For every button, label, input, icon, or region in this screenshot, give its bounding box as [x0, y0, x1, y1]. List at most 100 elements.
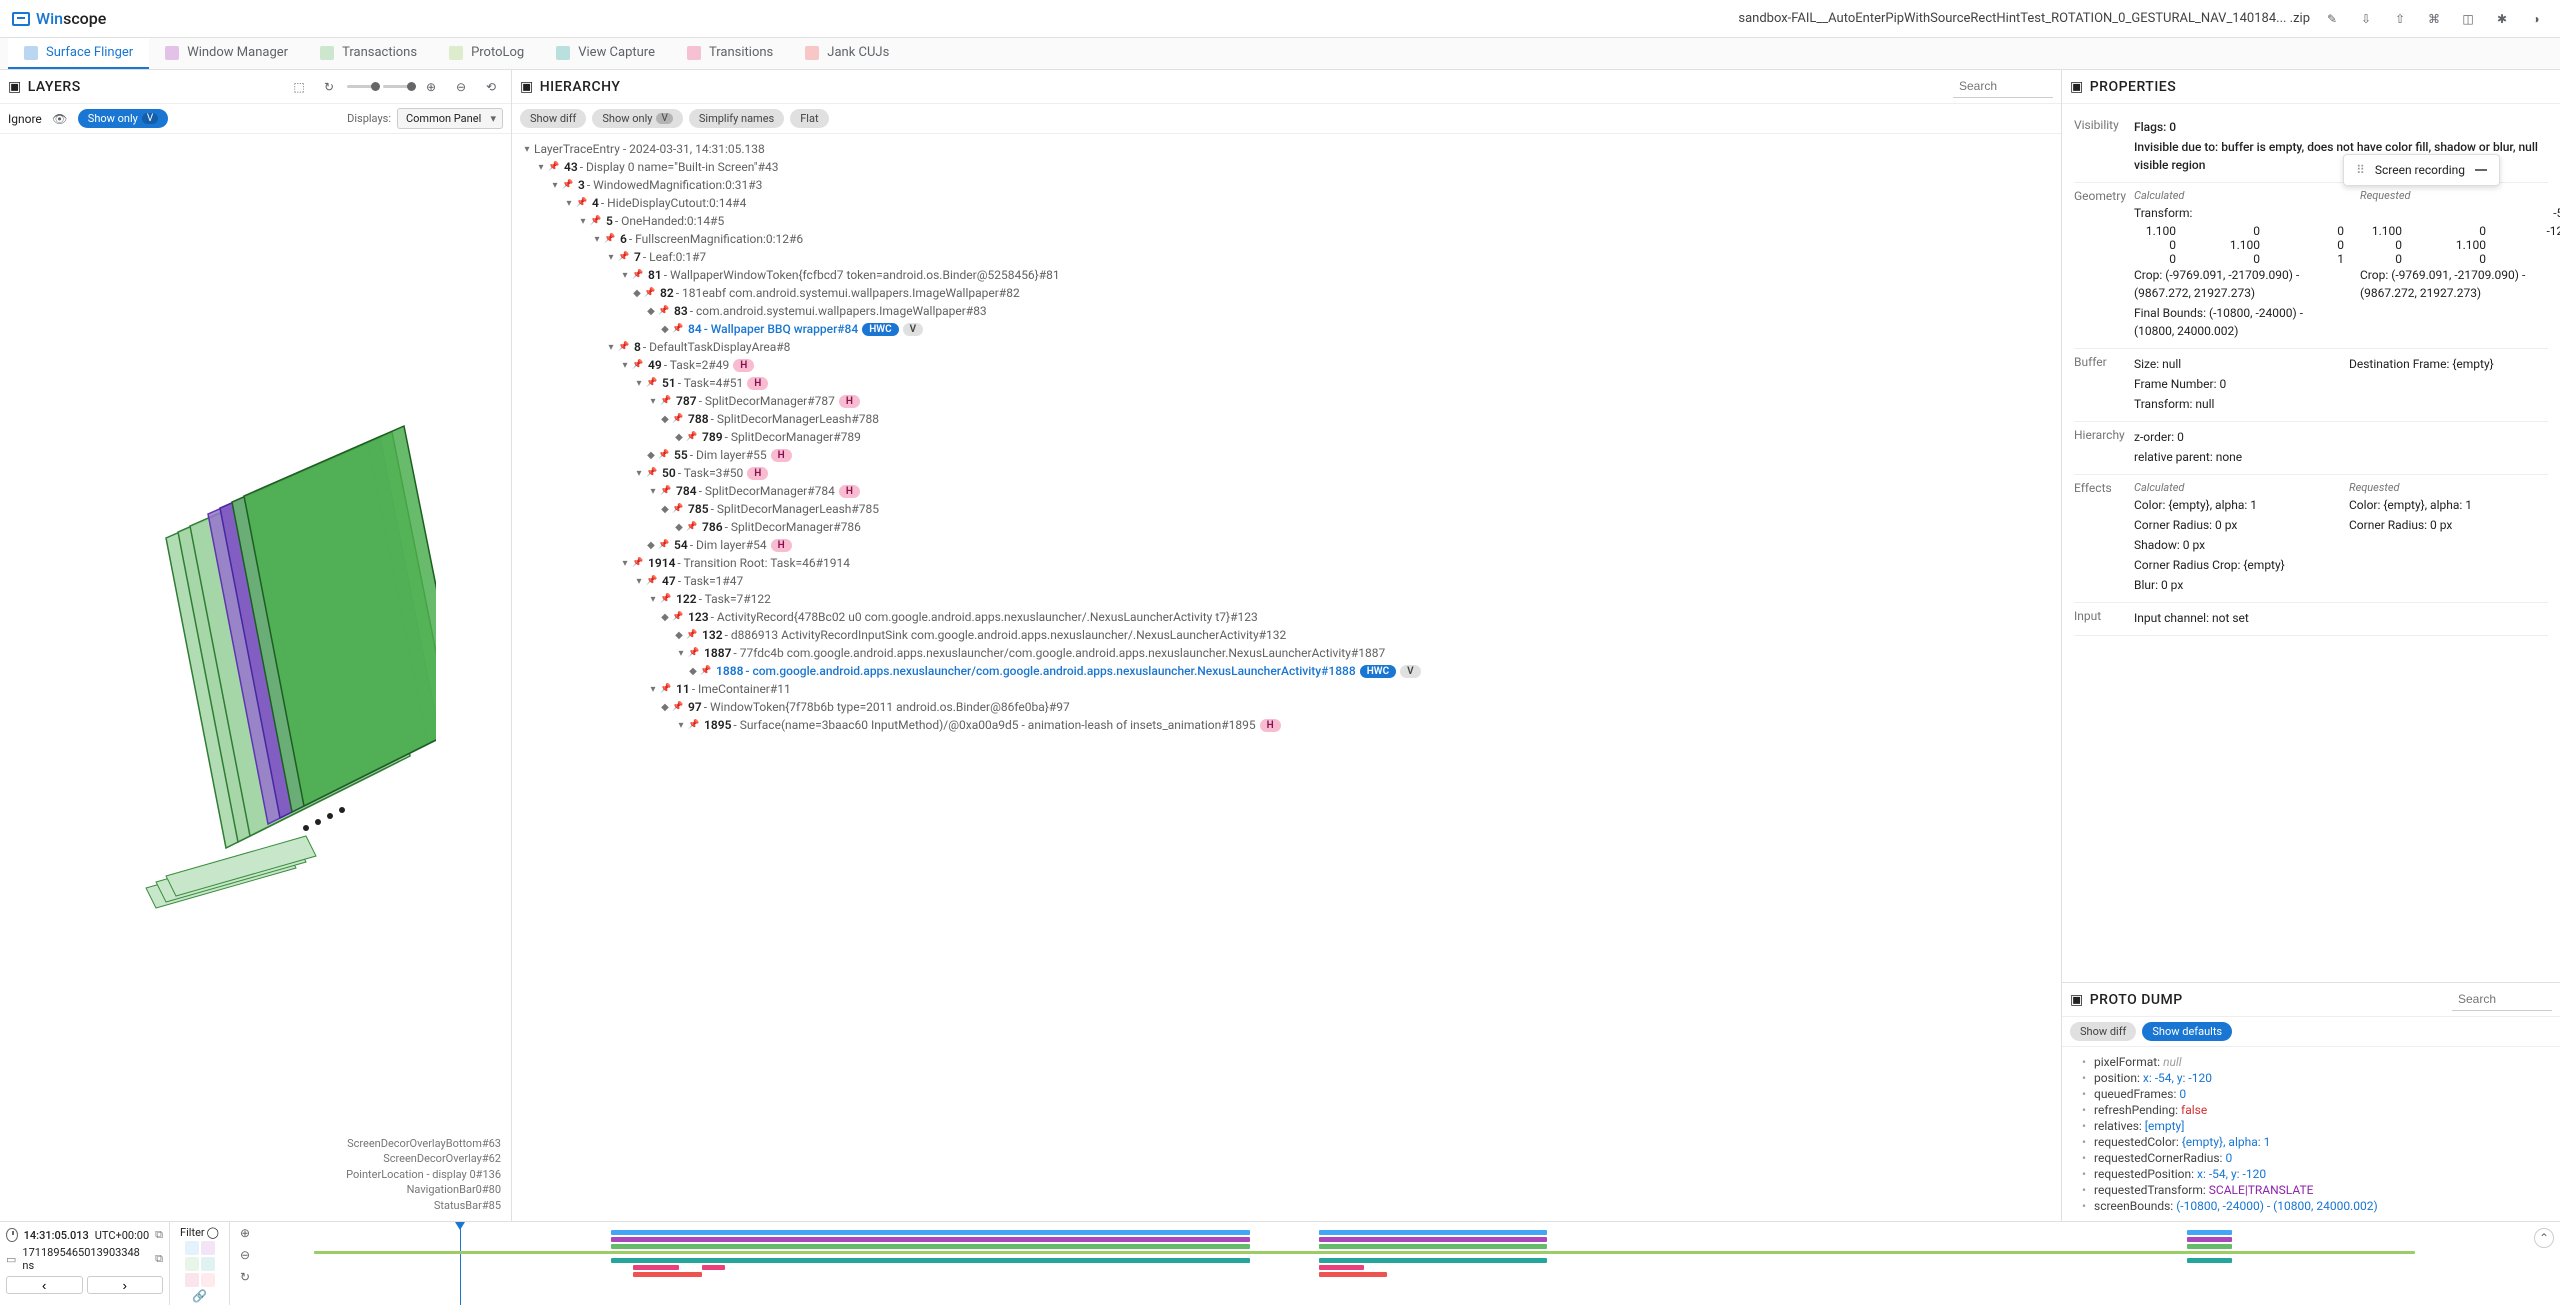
settings-icon[interactable]: ✱: [2490, 7, 2514, 31]
pin-icon[interactable]: 📌: [618, 252, 630, 262]
proto-row[interactable]: requestedTransform: SCALE|TRANSLATE: [2074, 1183, 2548, 1197]
proto-row[interactable]: position: x: -54, y: -120: [2074, 1071, 2548, 1085]
spacing-slider[interactable]: [347, 85, 377, 88]
tree-row[interactable]: ◆📌54 - Dim layer#54H: [516, 536, 2057, 554]
rotate-icon[interactable]: ↻: [317, 75, 341, 99]
tree-row[interactable]: ◆📌789 - SplitDecorManager#789: [516, 428, 2057, 446]
pin-icon[interactable]: 📌: [618, 342, 630, 352]
layer-visualization[interactable]: ScreenDecorOverlayBottom#63ScreenDecorOv…: [0, 134, 511, 1221]
prev-button[interactable]: ‹: [6, 1276, 83, 1294]
upload-icon[interactable]: ⇧: [2388, 7, 2412, 31]
pin-icon[interactable]: 📌: [644, 288, 656, 298]
track-icons[interactable]: [185, 1241, 215, 1287]
pin-icon[interactable]: 📌: [672, 414, 684, 424]
tab-window-manager[interactable]: Window Manager: [149, 38, 304, 69]
leaf-icon[interactable]: ◆: [646, 450, 656, 461]
tab-view-capture[interactable]: View Capture: [540, 38, 671, 69]
leaf-icon[interactable]: ◆: [688, 666, 698, 677]
show-diff-chip[interactable]: Show diff: [520, 109, 586, 128]
leaf-icon[interactable]: ◆: [674, 630, 684, 641]
pin-icon[interactable]: 📌: [632, 558, 644, 568]
edit-icon[interactable]: ✎: [2320, 7, 2344, 31]
chevron-down-icon[interactable]: ▾: [618, 270, 632, 281]
tree-row[interactable]: ▾📌43 - Display 0 name="Built-in Screen"#…: [516, 158, 2057, 176]
tree-row[interactable]: ▾📌1895 - Surface(name=3baac60 InputMetho…: [516, 716, 2057, 734]
tree-row[interactable]: ▾📌81 - WallpaperWindowToken{fcfbcd7 toke…: [516, 266, 2057, 284]
chevron-down-icon[interactable]: ▾: [534, 162, 548, 173]
copy-icon[interactable]: ⧉: [155, 1228, 163, 1242]
proto-row[interactable]: requestedCornerRadius: 0: [2074, 1151, 2548, 1165]
pin-icon[interactable]: 📌: [688, 648, 700, 658]
proto-row[interactable]: pixelFormat: null: [2074, 1055, 2548, 1069]
tree-row[interactable]: ◆📌83 - com.android.systemui.wallpapers.I…: [516, 302, 2057, 320]
flat-chip[interactable]: Flat: [790, 109, 828, 128]
displays-select[interactable]: Common Panel: [397, 108, 503, 129]
chevron-down-icon[interactable]: ▾: [604, 252, 618, 263]
depth-slider[interactable]: [383, 85, 413, 88]
pin-icon[interactable]: 📌: [686, 432, 698, 442]
pin-icon[interactable]: 📌: [686, 630, 698, 640]
tree-row[interactable]: ▾📌6 - FullscreenMagnification:0:12#6: [516, 230, 2057, 248]
leaf-icon[interactable]: ◆: [632, 288, 642, 299]
chevron-down-icon[interactable]: ▾: [548, 180, 562, 191]
tree-row[interactable]: ▾📌122 - Task=7#122: [516, 590, 2057, 608]
tree-row[interactable]: ▾📌8 - DefaultTaskDisplayArea#8: [516, 338, 2057, 356]
pin-icon[interactable]: 📌: [562, 180, 574, 190]
pin-icon[interactable]: 📌: [700, 666, 712, 676]
tree-row[interactable]: ◆📌788 - SplitDecorManagerLeash#788: [516, 410, 2057, 428]
proto-row[interactable]: refreshPending: false: [2074, 1103, 2548, 1117]
chevron-down-icon[interactable]: ▾: [590, 234, 604, 245]
pin-icon[interactable]: 📌: [686, 522, 698, 532]
show-only-chip[interactable]: Show onlyV: [78, 109, 168, 128]
leaf-icon[interactable]: ◆: [660, 414, 670, 425]
chevron-down-icon[interactable]: ▾: [604, 342, 618, 353]
brightness-icon[interactable]: ◑: [2524, 7, 2548, 31]
tl-zoom-in-icon[interactable]: ⊕: [240, 1226, 250, 1240]
filter-toggle[interactable]: Filter ◯: [180, 1226, 219, 1239]
zoom-out-icon[interactable]: ⊖: [449, 75, 473, 99]
leaf-icon[interactable]: ◆: [660, 504, 670, 515]
app-logo[interactable]: Winscope: [12, 9, 106, 28]
proto-row[interactable]: requestedPosition: x: -54, y: -120: [2074, 1167, 2548, 1181]
proto-row[interactable]: screenBounds: (-10800, -24000) - (10800,…: [2074, 1199, 2548, 1213]
crop-icon[interactable]: ◫: [2456, 7, 2480, 31]
hierarchy-search[interactable]: [1953, 75, 2053, 98]
tree-row[interactable]: ◆📌55 - Dim layer#55H: [516, 446, 2057, 464]
tree-row[interactable]: ◆📌1888 - com.google.android.apps.nexusla…: [516, 662, 2057, 680]
pin-icon[interactable]: 📌: [658, 540, 670, 550]
show-only-chip-h[interactable]: Show onlyV: [592, 109, 682, 128]
chevron-down-icon[interactable]: ▾: [618, 360, 632, 371]
link-icon[interactable]: 🔗: [192, 1289, 207, 1303]
chevron-down-icon[interactable]: ▾: [632, 468, 646, 479]
tree-row[interactable]: ▾📌784 - SplitDecorManager#784H: [516, 482, 2057, 500]
pin-icon[interactable]: 📌: [658, 306, 670, 316]
tl-reset-icon[interactable]: ↻: [240, 1270, 250, 1284]
proto-row[interactable]: requestedColor: {empty}, alpha: 1: [2074, 1135, 2548, 1149]
minimize-icon[interactable]: [2475, 169, 2487, 171]
zoom-in-icon[interactable]: ⊕: [419, 75, 443, 99]
visibility-icon[interactable]: 👁: [48, 107, 72, 131]
pin-icon[interactable]: 📌: [672, 702, 684, 712]
leaf-icon[interactable]: ◆: [660, 612, 670, 623]
proto-search[interactable]: [2452, 988, 2552, 1011]
tree-row[interactable]: ◆📌785 - SplitDecorManagerLeash#785: [516, 500, 2057, 518]
tree-row[interactable]: ◆📌786 - SplitDecorManager#786: [516, 518, 2057, 536]
history-icon[interactable]: ⟲: [479, 75, 503, 99]
chevron-down-icon[interactable]: ▾: [618, 558, 632, 569]
simplify-chip[interactable]: Simplify names: [689, 109, 784, 128]
pin-icon[interactable]: 📌: [604, 234, 616, 244]
pin-icon[interactable]: 📌: [658, 450, 670, 460]
tree-row[interactable]: ▾📌47 - Task=1#47: [516, 572, 2057, 590]
pin-icon[interactable]: 📌: [632, 270, 644, 280]
cube-icon[interactable]: ⬚: [287, 75, 311, 99]
screen-recording-card[interactable]: ⠿ Screen recording: [2343, 154, 2500, 186]
tree-row[interactable]: ▾📌5 - OneHanded:0:14#5: [516, 212, 2057, 230]
tab-transitions[interactable]: Transitions: [671, 38, 789, 69]
chevron-down-icon[interactable]: ▾: [576, 216, 590, 227]
chevron-down-icon[interactable]: ▾: [632, 378, 646, 389]
pin-icon[interactable]: 📌: [672, 612, 684, 622]
chevron-down-icon[interactable]: ▾: [520, 144, 534, 155]
chevron-down-icon[interactable]: ▾: [632, 576, 646, 587]
copy-icon-2[interactable]: ⧉: [155, 1252, 163, 1266]
pin-icon[interactable]: 📌: [660, 486, 672, 496]
